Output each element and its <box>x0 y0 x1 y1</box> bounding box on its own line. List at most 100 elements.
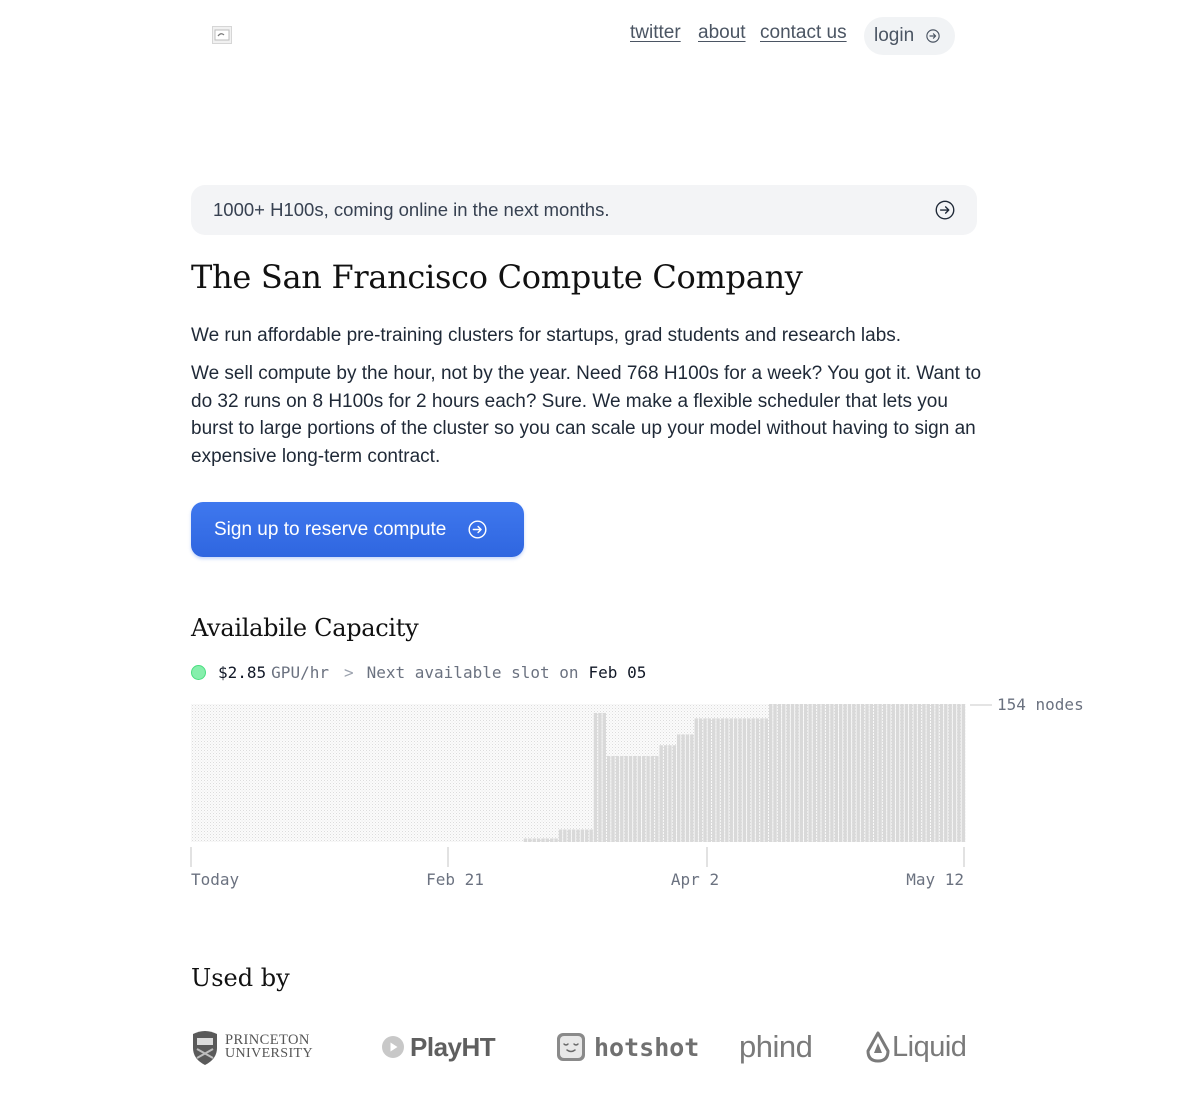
capacity-bar <box>738 718 742 842</box>
capacity-bar <box>650 755 655 842</box>
next-slot-label: Next available slot on <box>366 662 579 682</box>
capacity-bar <box>690 734 694 842</box>
capacity-bar <box>541 838 545 842</box>
playht-wordmark: PlayHT <box>410 1031 496 1062</box>
capacity-bar <box>926 704 930 842</box>
signup-button-label: Sign up to reserve compute <box>214 518 447 540</box>
capacity-bar <box>817 704 821 842</box>
capacity-bar <box>895 704 900 842</box>
capacity-bar <box>668 745 672 842</box>
intro-paragraph: We run affordable pre-training clusters … <box>191 325 902 346</box>
capacity-bar <box>615 755 620 842</box>
arrow-right-circle-icon <box>468 520 487 539</box>
capacity-bar <box>790 704 795 842</box>
princeton-logo: PRINCETON UNIVERSITY <box>191 1025 313 1069</box>
arrow-right-circle-icon <box>935 200 955 220</box>
capacity-bar <box>593 712 598 842</box>
princeton-wordmark-line2: UNIVERSITY <box>225 1046 313 1061</box>
x-tick-label: Apr 2 <box>671 870 719 889</box>
capacity-bar <box>939 704 944 842</box>
capacity-bar <box>834 704 839 842</box>
capacity-bar <box>839 704 843 842</box>
max-capacity-label: 154 nodes <box>997 695 1084 714</box>
capacity-bar <box>751 718 755 842</box>
capacity-bar <box>847 704 852 842</box>
capacity-bar <box>536 838 541 842</box>
capacity-bar <box>852 704 856 842</box>
capacity-bar <box>904 704 909 842</box>
next-slot-date: Feb 05 <box>588 662 647 682</box>
hotshot-wordmark: hotshot <box>594 1032 700 1062</box>
capacity-bar <box>659 745 663 842</box>
capacity-bar <box>703 718 707 842</box>
capacity-bar <box>694 718 698 842</box>
capacity-bar <box>830 704 834 842</box>
x-tick-label: Today <box>191 870 240 889</box>
capacity-chart-svg: 154 nodes Today Feb 21 Apr 2 May 12 <box>190 695 1084 889</box>
capacity-bar <box>935 704 939 842</box>
capacity-bar <box>606 755 611 842</box>
capacity-bar <box>782 704 786 842</box>
capacity-bar <box>773 704 777 842</box>
capacity-bar <box>729 718 733 842</box>
capacity-bar <box>755 718 760 842</box>
capacity-bar <box>957 704 961 842</box>
capacity-bar <box>589 829 593 842</box>
capacity-bar <box>716 718 720 842</box>
capacity-bar <box>620 755 624 842</box>
nav-link-about[interactable]: about <box>698 22 746 44</box>
capacity-bar <box>633 755 637 842</box>
capacity-bar <box>891 704 895 842</box>
capacity-bar <box>887 704 891 842</box>
capacity-bar <box>878 704 882 842</box>
capacity-bar <box>799 704 803 842</box>
liquid-logo: Liquid <box>866 1025 967 1069</box>
capacity-bar <box>952 704 957 842</box>
announcement-banner[interactable]: 1000+ H100s, coming online in the next m… <box>191 185 977 235</box>
page-title: The San Francisco Compute Company <box>191 258 803 296</box>
capacity-bar <box>672 745 677 842</box>
capacity-bar <box>795 704 799 842</box>
nav-link-contact-us[interactable]: contact us <box>760 22 847 44</box>
capacity-bar <box>567 829 571 842</box>
broken-image-icon <box>214 29 230 41</box>
chevron-right-icon: > <box>343 662 354 682</box>
capacity-bar <box>720 718 725 842</box>
banner-text: 1000+ H100s, coming online in the next m… <box>213 199 610 220</box>
capacity-bar <box>624 755 628 842</box>
capacity-bar <box>637 755 641 842</box>
arrow-right-circle-icon <box>926 29 940 43</box>
x-tick-label: Feb 21 <box>426 870 484 889</box>
capacity-bar <box>571 829 576 842</box>
login-button[interactable]: login <box>864 17 955 55</box>
capacity-bar <box>768 704 773 842</box>
capacity-bar <box>523 838 528 842</box>
capacity-bar <box>663 745 668 842</box>
phind-logo: phind <box>739 1025 813 1069</box>
capacity-bar <box>917 704 922 842</box>
hotshot-face-icon <box>557 1033 585 1061</box>
capacity-bar <box>545 838 550 842</box>
liquid-wordmark: Liquid <box>892 1030 967 1063</box>
signup-reserve-button[interactable]: Sign up to reserve compute <box>191 502 524 557</box>
capacity-bar <box>913 704 917 842</box>
capacity-bar <box>580 829 585 842</box>
capacity-bar <box>707 718 712 842</box>
capacity-bar <box>777 704 782 842</box>
capacity-bar <box>725 718 729 842</box>
capacity-bar <box>803 704 808 842</box>
pricing-paragraph: We sell compute by the hour, not by the … <box>191 363 982 467</box>
capacity-bar <box>948 704 952 842</box>
capacity-bar <box>712 718 716 842</box>
capacity-bar <box>563 829 567 842</box>
capacity-bar <box>869 704 874 842</box>
capacity-chart: 154 nodes Today Feb 21 Apr 2 May 12 <box>0 690 1200 900</box>
site-logo[interactable] <box>212 26 232 44</box>
princeton-shield-icon <box>193 1031 217 1065</box>
price-value: $2.85 <box>218 662 267 682</box>
capacity-bar <box>641 755 646 842</box>
capacity-bar <box>576 829 580 842</box>
capacity-bar <box>655 755 659 842</box>
capacity-bar <box>961 704 965 842</box>
nav-link-twitter[interactable]: twitter <box>630 22 681 44</box>
